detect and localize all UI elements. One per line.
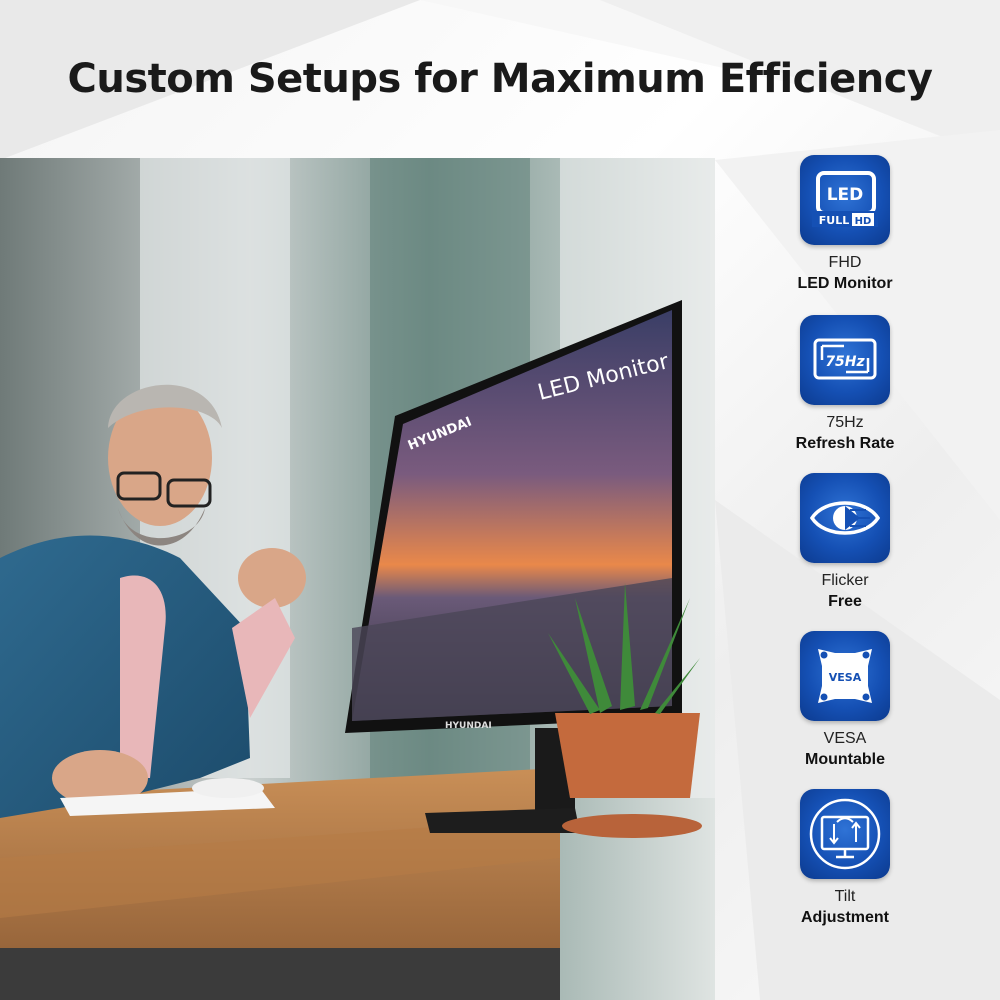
lifestyle-photo: LED Monitor HYUNDAI HYUNDAI	[0, 158, 715, 1000]
feature-line1: Flicker	[821, 572, 869, 589]
feature-line1: VESA	[823, 730, 867, 747]
feature-vesa: VESA VESA Mountable	[770, 631, 920, 771]
feature-refresh-rate: 75Hz 75Hz Refresh Rate	[770, 315, 920, 455]
feature-line2: Free	[828, 593, 862, 610]
feature-led-fhd: LED FULL HD FHD LED Monitor	[770, 155, 920, 295]
feature-line2: LED Monitor	[797, 275, 893, 292]
svg-text:LED: LED	[827, 185, 864, 205]
feature-line2: Adjustment	[801, 909, 889, 926]
page-title: Custom Setups for Maximum Efficiency	[67, 56, 933, 102]
led-full-hd-icon: LED FULL HD	[800, 155, 890, 245]
feature-line1: Tilt	[834, 888, 856, 905]
feature-line2: Refresh Rate	[795, 435, 895, 452]
svg-text:FULL: FULL	[819, 214, 849, 227]
feature-line1: 75Hz	[826, 414, 864, 431]
vesa-mount-icon: VESA	[800, 631, 890, 721]
svg-text:VESA: VESA	[829, 671, 862, 684]
tilt-adjust-icon	[800, 789, 890, 879]
feature-line1: FHD	[828, 254, 862, 271]
flicker-free-eye-icon	[800, 473, 890, 563]
svg-text:HD: HD	[855, 216, 872, 227]
monitor-brand-bottom: HYUNDAI	[445, 721, 492, 731]
feature-tilt: Tilt Adjustment	[770, 789, 920, 929]
feature-line2: Mountable	[805, 751, 885, 768]
svg-text:75Hz: 75Hz	[825, 354, 865, 370]
feature-flicker-free: Flicker Free	[770, 473, 920, 613]
refresh-rate-75hz-icon: 75Hz	[800, 315, 890, 405]
